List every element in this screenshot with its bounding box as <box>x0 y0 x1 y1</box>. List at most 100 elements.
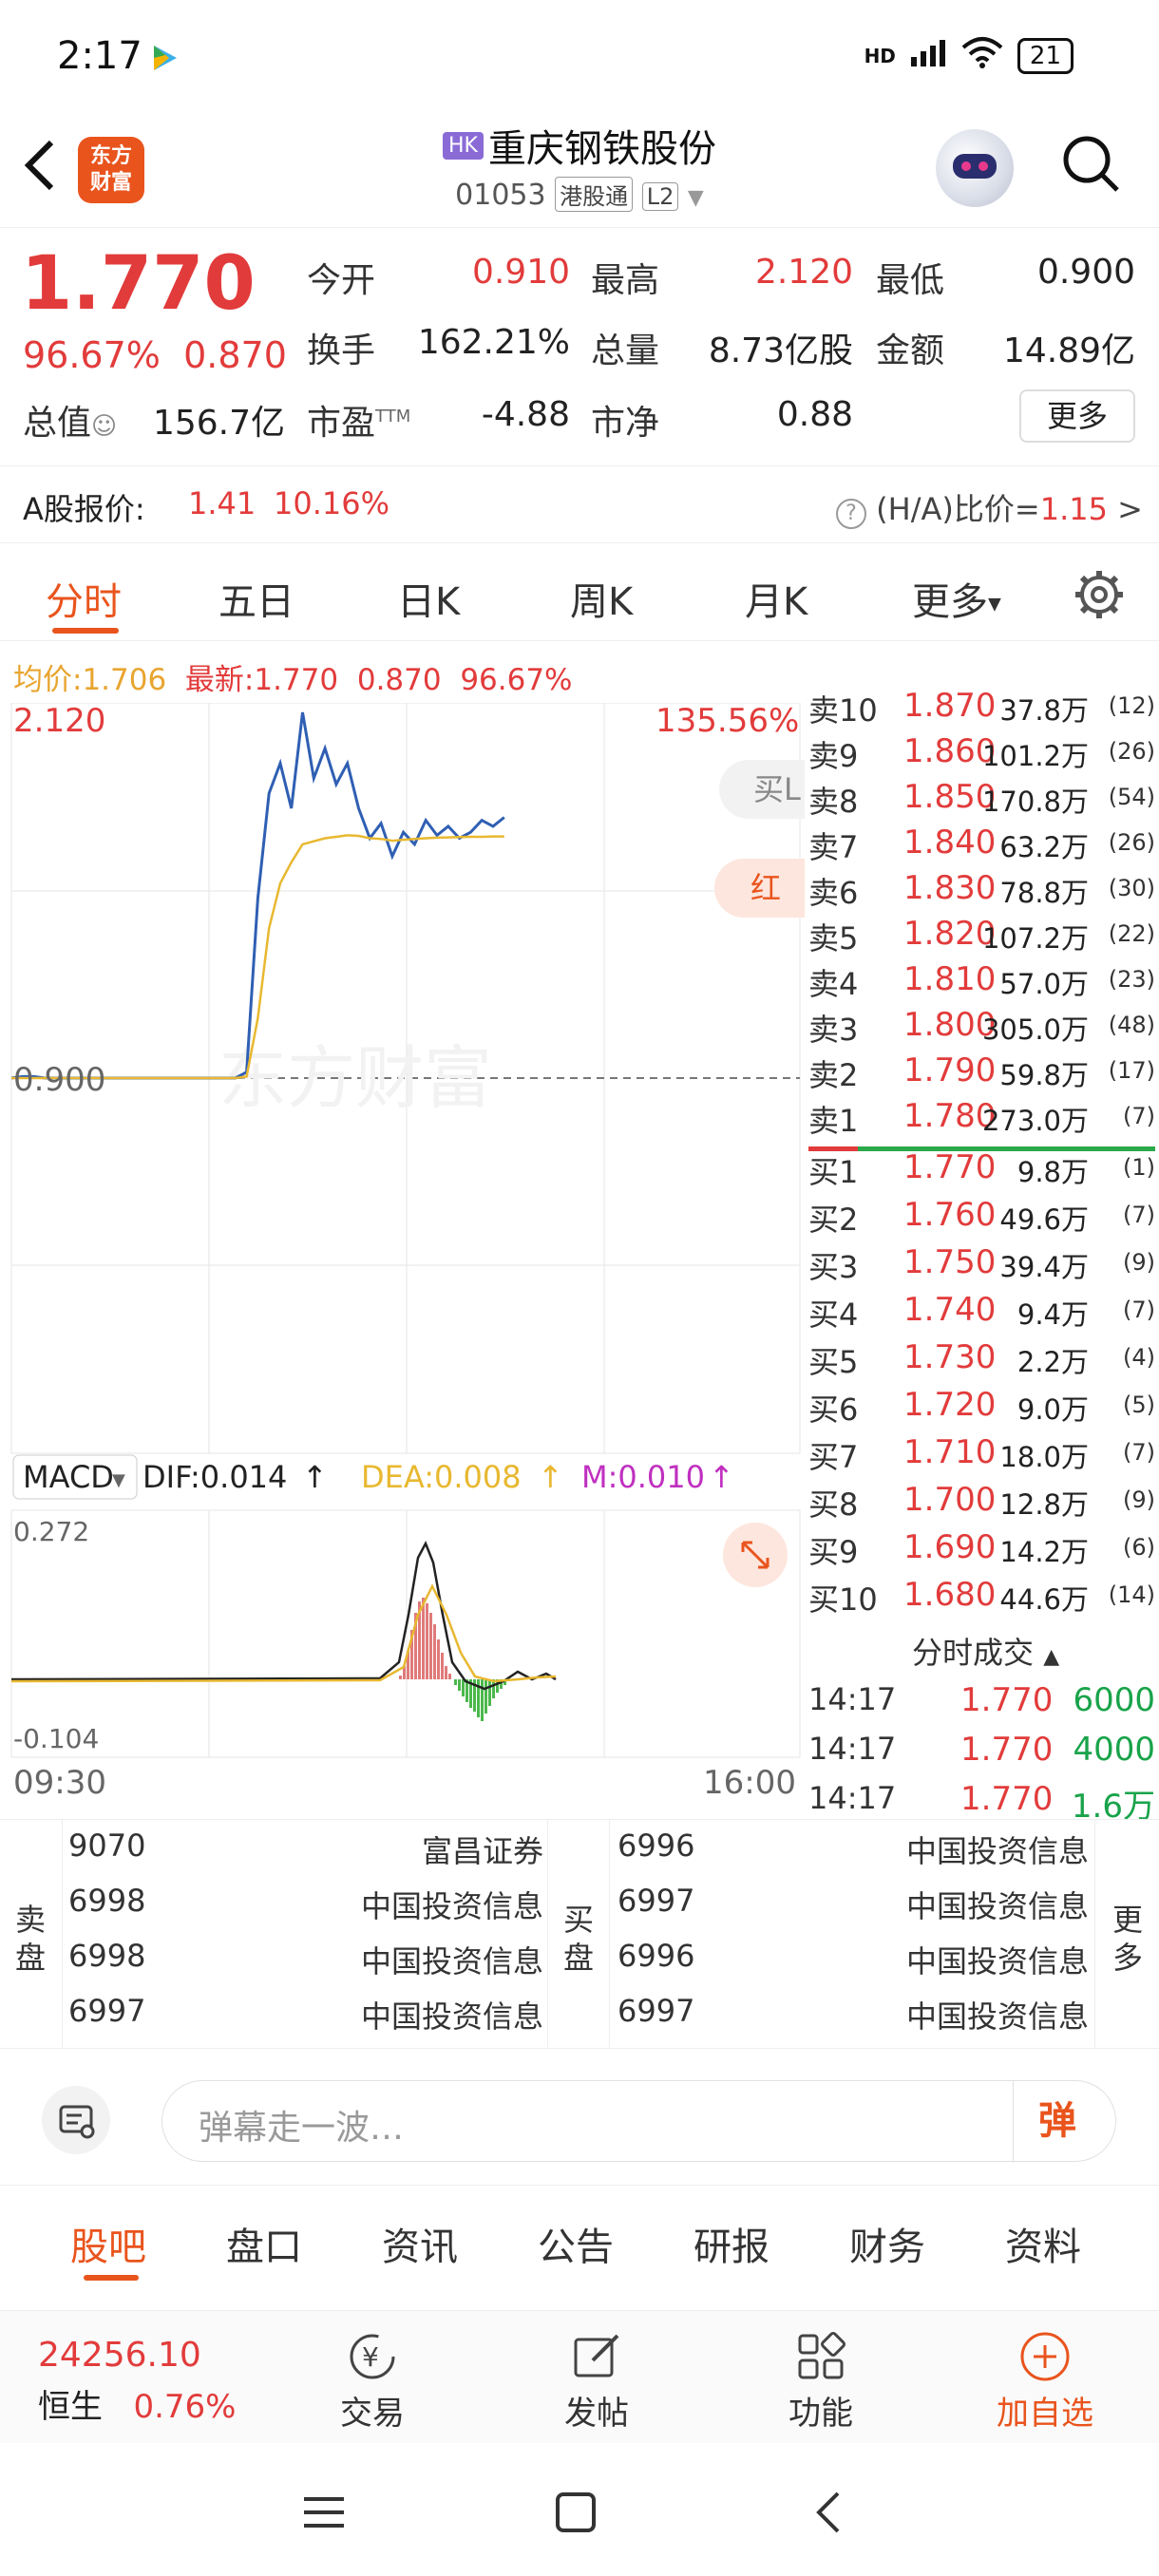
add-watchlist-button[interactable]: 加自选 <box>988 2330 1102 2434</box>
bid-row[interactable]: 买9 1.690 14.2万 (6) <box>808 1528 1155 1574</box>
bid-count: (1) <box>1123 1154 1155 1181</box>
a-share-bar[interactable]: A股报价: 1.41 10.16% ? (H/A)比价=1.15 > <box>0 465 1159 543</box>
ask-row[interactable]: 卖4 1.810 57.0万 (23) <box>808 960 1155 1006</box>
trade-button[interactable]: ¥ 交易 <box>334 2330 410 2434</box>
bid-row[interactable]: 买8 1.700 12.8万 (9) <box>808 1481 1155 1526</box>
m-arrow-icon: ↑ <box>709 1459 734 1495</box>
ask-volume: 78.8万 <box>999 877 1089 909</box>
buy-queue-label: 买 盘 <box>547 1820 610 2048</box>
ask-row[interactable]: 卖10 1.870 37.8万 (12) <box>808 687 1155 732</box>
signal-icon <box>909 38 947 73</box>
search-icon[interactable] <box>1060 133 1121 194</box>
buy-broker-row[interactable]: 6996 中国投资信息 <box>618 1938 1089 1985</box>
home-icon[interactable] <box>555 2491 597 2537</box>
quote-more-button[interactable]: 更多 <box>1019 389 1135 443</box>
chart-period-tabs: 分时 五日 日K 周K 月K 更多▼ <box>0 546 1159 641</box>
ask-row[interactable]: 卖9 1.860 101.2万 (26) <box>808 732 1155 778</box>
macd-bar-negative <box>454 1679 457 1685</box>
time-start-label: 09:30 <box>13 1764 106 1802</box>
tab-guba[interactable]: 股吧 <box>70 2216 146 2271</box>
ask-level: 卖8 <box>808 784 859 820</box>
intraday-chart-svg[interactable]: 东方财富 2.120 135.56% 0.900 MACD ▼ DIF:0.01… <box>0 702 803 1814</box>
danmu-input[interactable]: 弹幕走一波… 弹 <box>162 2080 1116 2163</box>
tab-pankou[interactable]: 盘口 <box>226 2216 302 2271</box>
ask-row[interactable]: 卖5 1.820 107.2万 (22) <box>808 915 1155 960</box>
settings-gear-icon[interactable] <box>1074 569 1125 624</box>
tab-announcements[interactable]: 公告 <box>538 2216 614 2271</box>
bid-price: 1.730 <box>903 1338 997 1376</box>
ask-row[interactable]: 卖3 1.800 305.0万 (48) <box>808 1006 1155 1051</box>
macd-bar-positive <box>426 1603 428 1679</box>
low-value: 0.900 <box>1036 253 1135 292</box>
ask-level: 卖1 <box>808 1103 859 1139</box>
wifi-icon <box>960 36 1004 75</box>
comment-settings-icon[interactable] <box>42 2086 110 2154</box>
broker-queue[interactable]: 卖 盘 买 盘 更 多 9070 富昌证券 6998 中国投资信息 6998 中… <box>0 1819 1159 2049</box>
sell-broker-row[interactable]: 6997 中国投资信息 <box>68 1993 543 2040</box>
bid-row[interactable]: 买3 1.750 39.4万 (9) <box>808 1243 1155 1289</box>
functions-button[interactable]: 功能 <box>783 2330 859 2434</box>
macd-top-label: 0.272 <box>13 1516 89 1547</box>
bid-row[interactable]: 买4 1.740 9.4万 (7) <box>808 1291 1155 1336</box>
grid-icon <box>798 2332 846 2379</box>
bid-volume: 2.2万 <box>1016 1346 1089 1378</box>
macd-bottom-label: -0.104 <box>13 1723 99 1754</box>
help-circle-icon[interactable]: ? <box>836 499 866 529</box>
danmu-toggle-icon[interactable]: 弹 <box>1013 2081 1076 2163</box>
intraday-chart[interactable]: 东方财富 2.120 135.56% 0.900 MACD ▼ DIF:0.01… <box>0 702 805 1814</box>
change-amount: 0.870 <box>183 334 287 376</box>
order-book[interactable]: 卖10 1.870 37.8万 (12) 卖9 1.860 101.2万 (26… <box>803 687 1159 1826</box>
ask-row[interactable]: 卖8 1.850 170.8万 (54) <box>808 778 1155 824</box>
tab-monthly-k[interactable]: 月K <box>745 571 808 626</box>
bid-level: 买4 <box>808 1297 859 1333</box>
tab-profile[interactable]: 资料 <box>1005 2216 1081 2271</box>
info-circle-icon[interactable]: ☺ <box>91 412 117 441</box>
bid-row[interactable]: 买2 1.760 49.6万 (7) <box>808 1196 1155 1241</box>
tab-news[interactable]: 资讯 <box>382 2216 458 2271</box>
tab-research[interactable]: 研报 <box>694 2216 770 2271</box>
tab-daily-k[interactable]: 日K <box>397 571 460 626</box>
bid-row[interactable]: 买7 1.710 18.0万 (7) <box>808 1433 1155 1479</box>
sell-broker-row[interactable]: 9070 富昌证券 <box>68 1828 543 1875</box>
app-logo[interactable]: 东方 财富 <box>78 137 144 203</box>
y-base-label: 0.900 <box>13 1061 105 1099</box>
bid-count: (7) <box>1123 1202 1155 1228</box>
a-share-price: 1.41 <box>188 485 256 521</box>
ask-row[interactable]: 卖1 1.780 273.0万 (7) <box>808 1097 1155 1143</box>
index-widget[interactable]: 24256.10 恒生 0.76% <box>38 2336 236 2427</box>
chevron-down-icon[interactable]: ▼ <box>688 186 704 210</box>
ask-price: 1.870 <box>903 687 997 725</box>
buy-float-button[interactable]: 买L <box>719 760 805 819</box>
title-block[interactable]: HK 重庆钢铁股份 01053 港股通 L2 ▼ <box>370 118 788 212</box>
ask-row[interactable]: 卖6 1.830 78.8万 (30) <box>808 869 1155 915</box>
content-tab-indicator <box>84 2275 139 2281</box>
menu-icon[interactable] <box>302 2493 346 2535</box>
back-icon[interactable] <box>21 137 59 208</box>
trade-volume: 4000 <box>1073 1731 1155 1769</box>
red-star-float-button[interactable]: 红星 <box>714 859 805 918</box>
robot-assistant-avatar[interactable] <box>936 129 1014 207</box>
bid-row[interactable]: 买1 1.770 9.8万 (1) <box>808 1148 1155 1194</box>
sell-broker-row[interactable]: 6998 中国投资信息 <box>68 1883 543 1930</box>
ask-row[interactable]: 卖2 1.790 59.8万 (17) <box>808 1051 1155 1097</box>
tab-intraday[interactable]: 分时 <box>46 571 122 626</box>
buy-broker-row[interactable]: 6997 中国投资信息 <box>618 1993 1089 2040</box>
buy-broker-row[interactable]: 6996 中国投资信息 <box>618 1828 1089 1875</box>
tab-finance[interactable]: 财务 <box>849 2216 925 2271</box>
trades-title[interactable]: 分时成交 ▲ <box>912 1629 1059 1673</box>
tab-weekly-k[interactable]: 周K <box>570 571 633 626</box>
back-nav-icon[interactable] <box>813 2490 842 2539</box>
bid-row[interactable]: 买5 1.730 2.2万 (4) <box>808 1338 1155 1384</box>
ask-row[interactable]: 卖7 1.840 63.2万 (26) <box>808 824 1155 869</box>
post-button[interactable]: 发帖 <box>559 2330 635 2434</box>
bid-row[interactable]: 买6 1.720 9.0万 (5) <box>808 1386 1155 1431</box>
quote-panel: 1.770 96.67% 0.870 今开 0.910 最高 2.120 最低 … <box>0 228 1159 465</box>
sell-broker-row[interactable]: 6998 中国投资信息 <box>68 1938 543 1985</box>
bid-row[interactable]: 买10 1.680 44.6万 (14) <box>808 1576 1155 1621</box>
buy-broker-row[interactable]: 6997 中国投资信息 <box>618 1883 1089 1930</box>
tab-five-day[interactable]: 五日 <box>218 571 294 626</box>
sell-queue-label-2: 盘 <box>15 1940 47 1976</box>
broker-name: 富昌证券 <box>421 1833 543 1869</box>
tab-more[interactable]: 更多▼ <box>912 571 1001 626</box>
queue-more-button[interactable]: 更 多 <box>1094 1820 1159 2048</box>
